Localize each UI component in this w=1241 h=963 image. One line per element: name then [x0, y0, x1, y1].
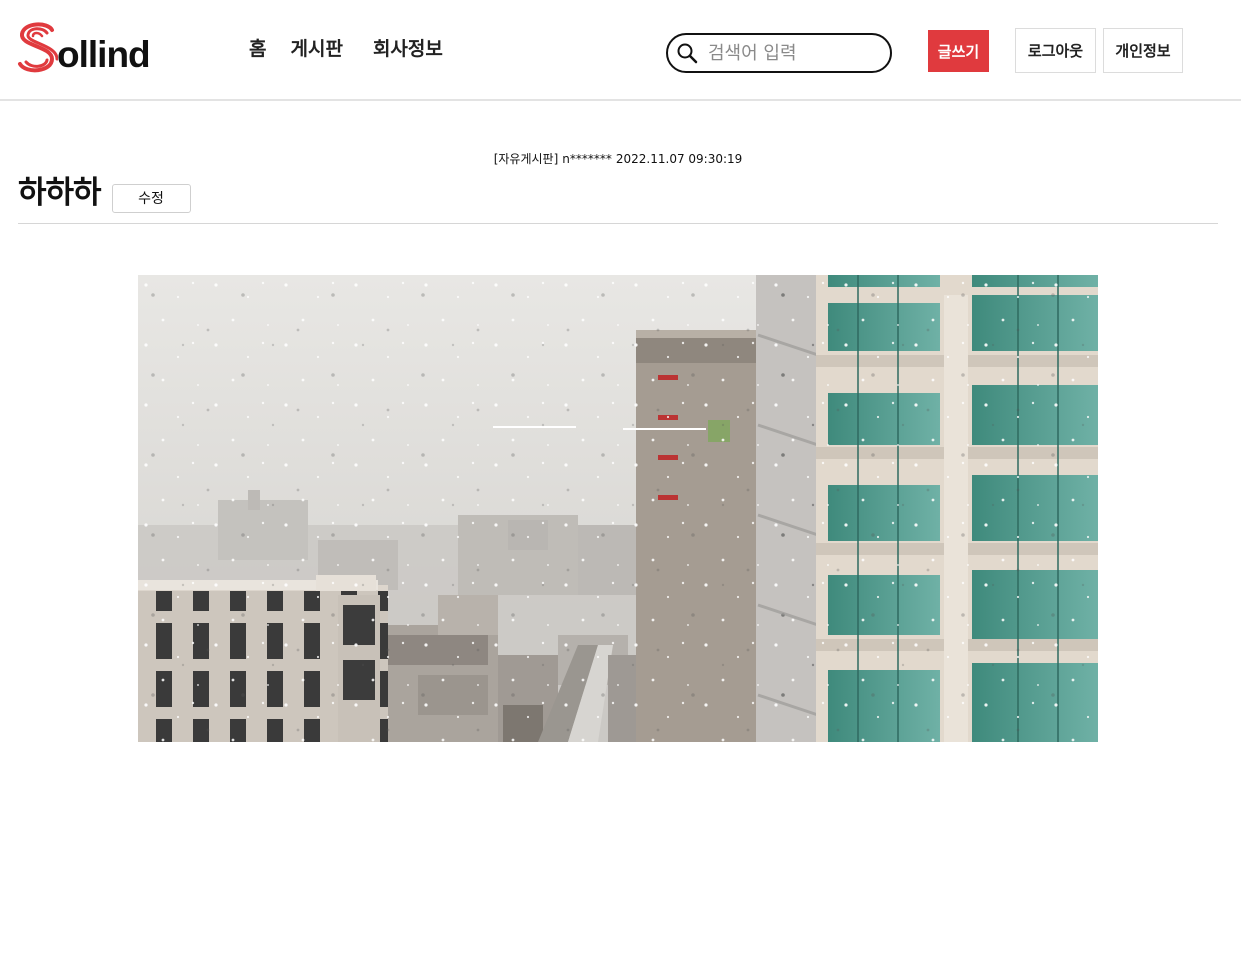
post-datetime: 2022.11.07 09:30:19 [615, 152, 743, 166]
write-button[interactable]: 글쓰기 [928, 30, 989, 72]
title-divider [18, 223, 1218, 224]
logo-text: ollind [57, 34, 151, 75]
logo-s-mark-icon [18, 22, 58, 73]
site-header: ollind 홈 게시판 회사정보 글쓰기 로그아웃 개인정보 [0, 0, 1241, 101]
edit-button[interactable]: 수정 [111, 183, 191, 213]
search-icon[interactable] [676, 42, 698, 64]
post-meta: [자유게시판] n******* 2022.11.07 09:30:19 [0, 150, 1236, 167]
profile-button[interactable]: 개인정보 [1103, 28, 1183, 73]
main-nav: 홈 게시판 회사정보 [249, 36, 443, 62]
nav-home[interactable]: 홈 [249, 36, 266, 62]
post-image [138, 275, 1098, 742]
logo[interactable]: ollind [16, 16, 151, 75]
nav-company-info[interactable]: 회사정보 [373, 36, 443, 62]
post-board-name: [자유게시판] [493, 152, 559, 166]
post-author: n******* [562, 152, 612, 166]
search-input[interactable] [708, 42, 878, 64]
logout-button[interactable]: 로그아웃 [1015, 28, 1096, 73]
post-title: 하하하 [18, 175, 102, 211]
search-box [666, 33, 892, 73]
nav-board[interactable]: 게시판 [290, 36, 342, 62]
post-title-row: 하하하 수정 [18, 173, 191, 213]
